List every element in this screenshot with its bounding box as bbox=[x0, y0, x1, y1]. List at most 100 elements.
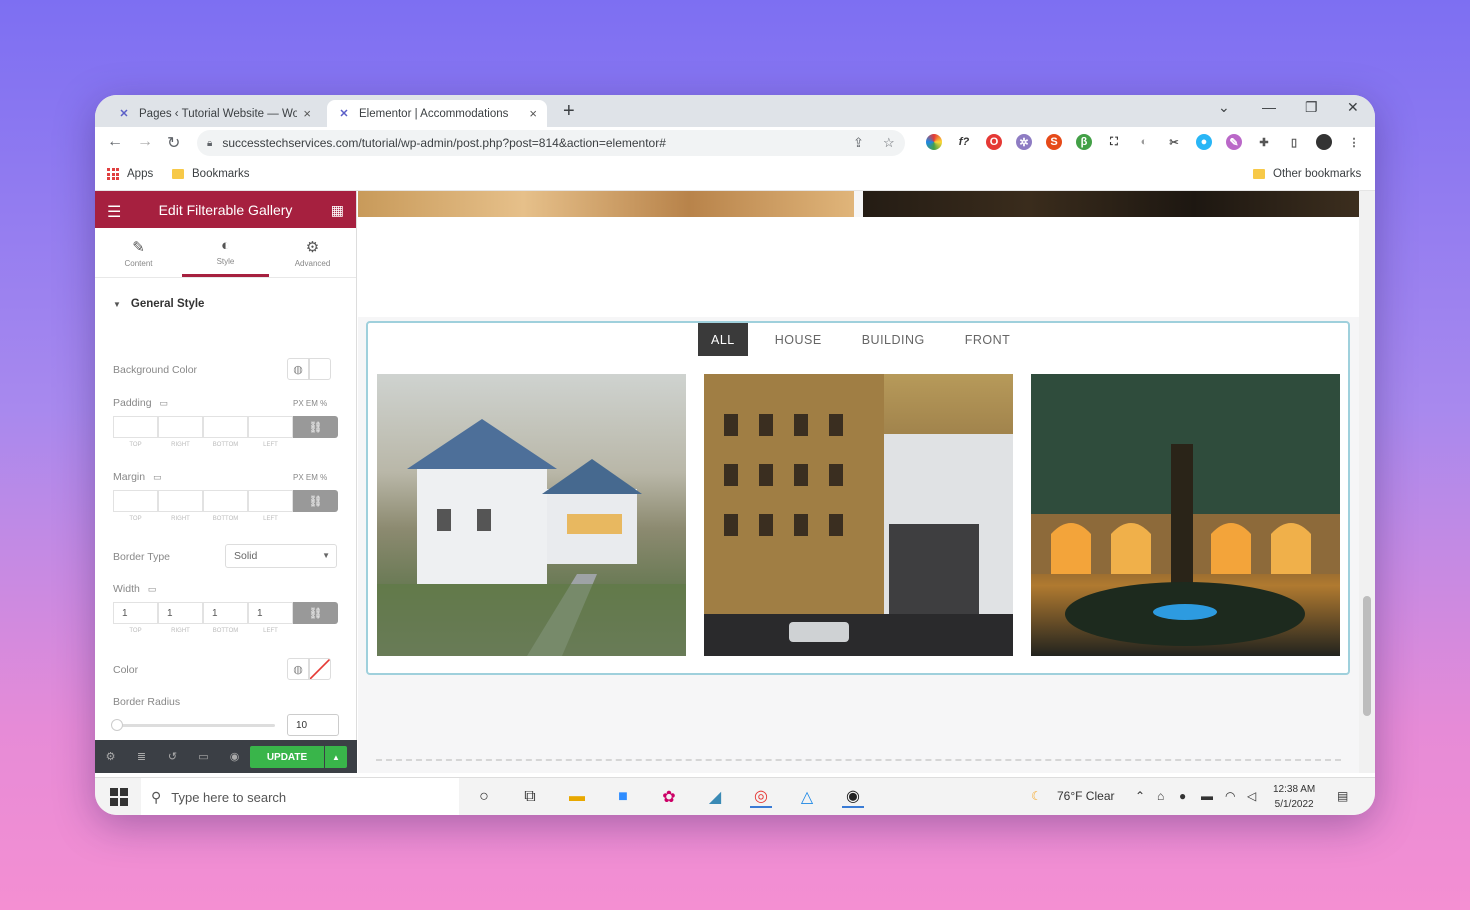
width-left-input[interactable]: 1 bbox=[248, 602, 293, 624]
sidepanel-icon[interactable]: ▯ bbox=[1286, 134, 1302, 150]
opera-extension-icon[interactable]: O bbox=[986, 134, 1002, 150]
tab-elementor[interactable]: ✕ Elementor | Accommodations × bbox=[327, 100, 547, 127]
history-icon[interactable]: ↺ bbox=[157, 750, 188, 763]
global-color-icon[interactable]: ◍ bbox=[287, 358, 309, 380]
file-explorer-icon[interactable]: ▬ bbox=[566, 786, 588, 808]
border-radius-slider[interactable] bbox=[113, 724, 275, 727]
padding-top-input[interactable] bbox=[113, 416, 158, 438]
share-icon[interactable]: ⇪ bbox=[853, 135, 864, 151]
avatar[interactable] bbox=[1316, 134, 1332, 150]
margin-top-input[interactable] bbox=[113, 490, 158, 512]
preview-eye-icon[interactable]: ◉ bbox=[219, 750, 250, 763]
weather-text[interactable]: 76°F Clear bbox=[1057, 789, 1115, 803]
global-color-icon[interactable]: ◍ bbox=[287, 658, 309, 680]
border-radius-input[interactable]: 10 bbox=[287, 714, 339, 736]
update-button[interactable]: UPDATE bbox=[250, 746, 324, 768]
screenshot-extension-icon[interactable]: ⛶ bbox=[1106, 134, 1122, 150]
section-general-style[interactable]: ▼ General Style bbox=[113, 298, 338, 310]
close-window-icon[interactable]: ✕ bbox=[1347, 99, 1359, 116]
filter-all[interactable]: ALL bbox=[698, 323, 748, 356]
update-options-icon[interactable]: ▲ bbox=[325, 746, 347, 768]
gallery-image-front[interactable] bbox=[1031, 374, 1340, 656]
tab-style[interactable]: ◐ Style bbox=[182, 228, 269, 277]
chevron-up-icon[interactable]: ⌃ bbox=[1135, 789, 1145, 803]
tools-extension-icon[interactable]: ✂ bbox=[1166, 134, 1182, 150]
link-values-icon[interactable]: ⛓ bbox=[293, 490, 338, 512]
back-icon[interactable]: ← bbox=[107, 133, 123, 151]
hamburger-icon[interactable]: ☰ bbox=[107, 202, 121, 222]
obs-icon[interactable]: ◉ bbox=[842, 786, 864, 808]
margin-left-input[interactable] bbox=[248, 490, 293, 512]
link-values-icon[interactable]: ⛓ bbox=[293, 416, 338, 438]
close-tab-icon[interactable]: × bbox=[303, 106, 311, 121]
tab-advanced[interactable]: ⚙ Advanced bbox=[269, 228, 356, 277]
pen-extension-icon[interactable]: ✎ bbox=[1226, 134, 1242, 150]
filterable-gallery[interactable]: ALL HOUSE BUILDING FRONT bbox=[366, 321, 1350, 675]
settings-icon[interactable]: ⚙ bbox=[95, 750, 126, 763]
volume-icon[interactable]: ◁ bbox=[1247, 789, 1256, 803]
formula-extension-icon[interactable]: f? bbox=[956, 134, 972, 150]
cortana-icon[interactable]: ○ bbox=[473, 786, 495, 808]
width-bottom-input[interactable]: 1 bbox=[203, 602, 248, 624]
reload-icon[interactable]: ↻ bbox=[167, 133, 180, 153]
meet-icon[interactable]: ⌂ bbox=[1157, 789, 1164, 803]
star-icon[interactable]: ☆ bbox=[883, 135, 895, 151]
page-scrollbar[interactable] bbox=[1359, 191, 1375, 773]
forward-icon[interactable]: → bbox=[137, 133, 153, 151]
new-tab-icon[interactable]: + bbox=[563, 100, 575, 123]
system-clock[interactable]: 12:38 AM 5/1/2022 bbox=[1273, 782, 1315, 812]
tab-content[interactable]: ✎ Content bbox=[95, 228, 182, 277]
width-right-input[interactable]: 1 bbox=[158, 602, 203, 624]
taskbar-search[interactable]: ⚲ Type here to search bbox=[141, 778, 459, 815]
puzzle-icon[interactable]: ✚ bbox=[1256, 134, 1272, 150]
gear-extension-icon[interactable]: ✲ bbox=[1016, 134, 1032, 150]
battery-icon[interactable]: ▬ bbox=[1201, 789, 1213, 803]
responsive-icon[interactable]: ▭ bbox=[188, 750, 219, 763]
other-bookmarks-folder[interactable]: Other bookmarks bbox=[1253, 168, 1361, 180]
filter-building[interactable]: BUILDING bbox=[849, 323, 938, 356]
filter-front[interactable]: FRONT bbox=[952, 323, 1024, 356]
color-extension-icon[interactable] bbox=[926, 134, 942, 150]
paint-icon[interactable]: ✿ bbox=[658, 786, 680, 808]
triangle-app-icon[interactable]: △ bbox=[796, 786, 818, 808]
mic-icon[interactable]: ● bbox=[1179, 789, 1186, 803]
menu-kebab-icon[interactable]: ⋮ bbox=[1346, 134, 1362, 150]
monitor-icon[interactable]: ▭ bbox=[153, 472, 162, 483]
chrome-icon[interactable]: ◎ bbox=[750, 786, 772, 808]
margin-units[interactable]: PX EM % bbox=[293, 473, 327, 482]
tab-search-icon[interactable]: ⌄ bbox=[1218, 99, 1230, 116]
moon-extension-icon[interactable]: ◐ bbox=[1136, 134, 1152, 150]
monitor-icon[interactable]: ▭ bbox=[148, 584, 157, 595]
url-field[interactable]: 🔒︎ successtechservices.com/tutorial/wp-a… bbox=[197, 130, 905, 156]
slider-handle[interactable] bbox=[111, 719, 123, 731]
tab-pages[interactable]: ✕ Pages ‹ Tutorial Website — Word × bbox=[107, 100, 321, 127]
filter-house[interactable]: HOUSE bbox=[762, 323, 835, 356]
apps-shortcut[interactable]: Apps bbox=[107, 168, 153, 180]
padding-units[interactable]: PX EM % bbox=[293, 399, 327, 408]
scrollbar-thumb[interactable] bbox=[1363, 596, 1371, 716]
monitor-icon[interactable]: ▭ bbox=[160, 398, 169, 409]
notifications-icon[interactable]: ▤ bbox=[1337, 789, 1348, 803]
task-view-icon[interactable]: ⧉ bbox=[519, 786, 541, 808]
border-color-swatch[interactable] bbox=[309, 658, 331, 680]
zoom-icon[interactable]: ■ bbox=[612, 786, 634, 808]
gallery-image-building[interactable] bbox=[704, 374, 1013, 656]
close-tab-icon[interactable]: × bbox=[529, 106, 537, 121]
padding-right-input[interactable] bbox=[158, 416, 203, 438]
widgets-grid-icon[interactable]: ▦ bbox=[331, 202, 344, 219]
link-values-icon[interactable]: ⛓ bbox=[293, 602, 338, 624]
restore-icon[interactable]: ❐ bbox=[1305, 99, 1318, 116]
padding-left-input[interactable] bbox=[248, 416, 293, 438]
windows-start-icon[interactable] bbox=[110, 788, 128, 806]
bookmarks-folder[interactable]: Bookmarks bbox=[172, 168, 250, 180]
padding-bottom-input[interactable] bbox=[203, 416, 248, 438]
navigator-icon[interactable]: ≣ bbox=[126, 750, 157, 763]
margin-right-input[interactable] bbox=[158, 490, 203, 512]
wifi-icon[interactable]: ◠ bbox=[1225, 789, 1235, 803]
width-top-input[interactable]: 1 bbox=[113, 602, 158, 624]
minimize-icon[interactable]: — bbox=[1262, 99, 1276, 115]
margin-bottom-input[interactable] bbox=[203, 490, 248, 512]
s-extension-icon[interactable]: S bbox=[1046, 134, 1062, 150]
beta-extension-icon[interactable]: β bbox=[1076, 134, 1092, 150]
background-color-swatch[interactable] bbox=[309, 358, 331, 380]
